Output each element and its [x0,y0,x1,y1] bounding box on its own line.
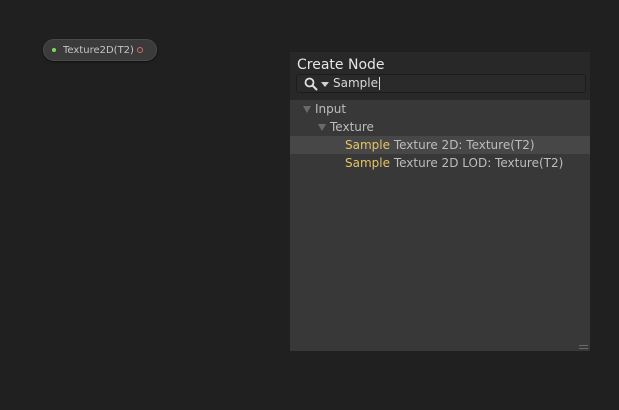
tree-item-input[interactable]: Input [290,100,590,118]
tree-item-label: Texture [330,120,374,134]
tree-item-label: Sample Texture 2D: Texture(T2) [345,136,535,154]
search-input[interactable]: Sample [333,76,380,91]
panel-title: Create Node [297,57,385,73]
tree-item-label: Input [315,102,347,116]
search-icon[interactable] [304,77,318,91]
search-options-caret-icon[interactable] [321,82,329,87]
search-match-highlight: Sample [345,156,390,170]
tree-item-sample-texture-2d[interactable]: Sample Texture 2D: Texture(T2) [290,136,590,154]
tree-item-text: Texture 2D LOD: Texture(T2) [390,156,564,170]
search-match-highlight: Sample [345,138,390,152]
tree-item-texture[interactable]: Texture [290,118,590,136]
output-port[interactable] [137,47,143,53]
panel-header: Create Node Sample [290,52,590,100]
input-port[interactable] [52,48,56,52]
texture2d-node[interactable]: Texture2D(T2) [43,39,157,61]
tree-item-sample-texture-2d-lod[interactable]: Sample Texture 2D LOD: Texture(T2) [290,154,590,172]
tree-item-label: Sample Texture 2D LOD: Texture(T2) [345,154,563,172]
expand-triangle-icon[interactable] [318,124,326,131]
node-label: Texture2D(T2) [63,45,134,56]
expand-triangle-icon[interactable] [303,106,311,113]
resize-grip-icon[interactable] [579,345,588,349]
search-field[interactable]: Sample [296,74,586,93]
create-node-panel: Create Node Sample Input Texture Sample … [290,52,590,351]
tree-item-text: Texture 2D: Texture(T2) [390,138,535,152]
